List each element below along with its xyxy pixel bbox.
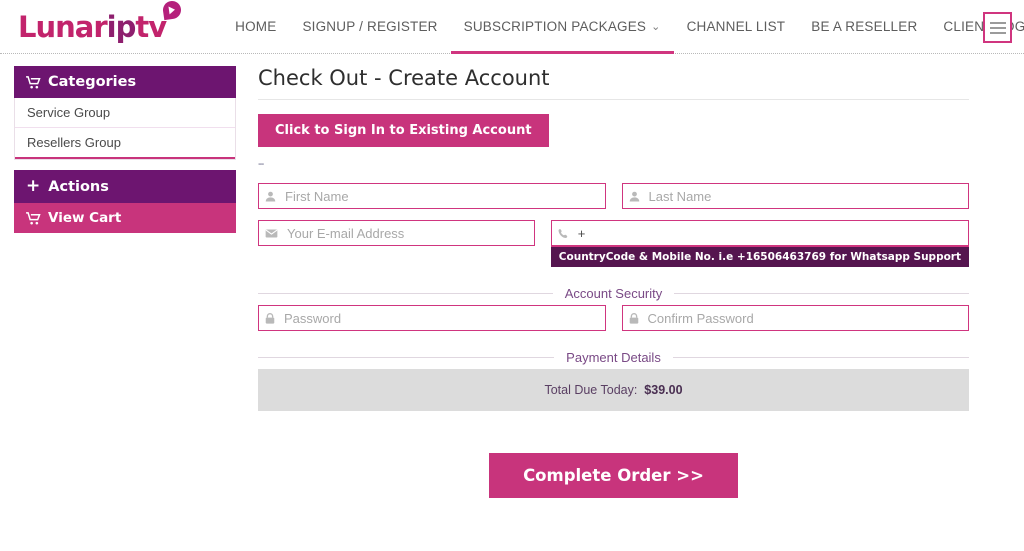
phone-input[interactable] [575,224,962,242]
phone-help-tooltip: CountryCode & Mobile No. i.e +1650646376… [550,246,969,267]
payment-details-legend-label: Payment Details [554,350,673,365]
first-name-field-wrap[interactable] [258,183,606,209]
envelope-icon [265,228,278,238]
last-name-field-wrap[interactable] [621,183,969,209]
phone-column: CountryCode & Mobile No. i.e +1650646376… [550,220,969,267]
sidebar-panel-categories: Categories Service Group Resellers Group [14,66,236,160]
main-content: Check Out - Create Account Click to Sign… [258,66,969,498]
phone-icon [558,228,569,239]
account-security-legend-label: Account Security [552,286,675,301]
complete-order-button[interactable]: Complete Order >> [489,453,738,498]
form-row-names [258,183,969,209]
user-icon [265,191,276,202]
user-icon [629,191,640,202]
sidebar-item-view-cart[interactable]: View Cart [14,203,236,233]
payment-details-legend: Payment Details [258,349,969,365]
email-input[interactable] [285,224,528,242]
play-bubble-icon [161,0,183,20]
sign-in-existing-account-button[interactable]: Click to Sign In to Existing Account [258,114,549,147]
logo-text-part2: ip [106,9,137,44]
payment-summary-box: Total Due Today: $39.00 [258,369,969,411]
complete-order-area: Complete Order >> [258,453,969,498]
account-security-legend: Account Security [258,285,969,301]
page-body: Categories Service Group Resellers Group… [0,54,1024,498]
site-logo[interactable]: Lunariptv [18,0,183,44]
sidebar-categories-header: Categories [14,66,236,98]
form-row-passwords [258,305,969,331]
logo-text-part3: tv [135,9,167,44]
sidebar-item-label: View Cart [48,210,122,226]
nav-label: SIGNUP / REGISTER [302,19,438,34]
sidebar-categories-title: Categories [48,74,137,90]
email-field-wrap[interactable] [258,220,535,246]
password-input[interactable] [282,309,599,327]
hamburger-menu-icon[interactable] [983,12,1012,43]
logo-text-part1: Lunar [18,9,108,44]
sidebar-categories-list: Service Group Resellers Group [14,98,236,160]
nav-item-be-a-reseller[interactable]: BE A RESELLER [798,0,930,54]
password-field-wrap[interactable] [258,305,606,331]
dash-note: -- [258,158,264,170]
password-column [258,305,606,331]
nav-item-subscription-packages[interactable]: SUBSCRIPTION PACKAGES ⌄ [450,0,674,54]
nav-item-signup-register[interactable]: SIGNUP / REGISTER [289,0,450,54]
sidebar: Categories Service Group Resellers Group… [14,66,236,498]
sidebar-item-resellers-group[interactable]: Resellers Group [15,128,235,159]
confirm-password-input[interactable] [645,309,962,327]
nav-item-home[interactable]: HOME [222,0,289,54]
total-due-value: $39.00 [644,383,683,397]
lock-icon [265,312,275,324]
lock-icon [629,312,639,324]
main-navigation: HOME SIGNUP / REGISTER SUBSCRIPTION PACK… [222,0,1024,54]
sidebar-panel-actions: + Actions View Cart [14,170,236,233]
sidebar-actions-title: Actions [48,178,109,195]
nav-label: BE A RESELLER [811,19,918,34]
last-name-column [621,183,969,209]
shopping-cart-icon [26,76,41,89]
site-header: Lunariptv HOME SIGNUP / REGISTER SUBSCRI… [0,0,1024,54]
shopping-cart-icon [26,212,41,225]
nav-label: SUBSCRIPTION PACKAGES [463,19,647,34]
hamburger-line [989,21,1006,24]
confirm-password-column [621,305,969,331]
sidebar-item-label: Resellers Group [27,135,121,150]
phone-field-wrap[interactable] [550,220,969,246]
last-name-input[interactable] [646,187,962,205]
first-name-column [258,183,606,209]
hamburger-line [989,31,1006,34]
sidebar-item-service-group[interactable]: Service Group [15,98,235,128]
sidebar-item-label: Service Group [27,105,111,120]
confirm-password-field-wrap[interactable] [621,305,969,331]
nav-label: HOME [235,19,277,34]
plus-icon: + [26,176,41,196]
hamburger-line [989,26,1006,29]
total-due-label: Total Due Today: [544,383,638,397]
nav-label: CHANNEL LIST [686,19,786,34]
chevron-down-icon: ⌄ [651,21,661,33]
email-column [258,220,535,267]
first-name-input[interactable] [283,187,599,205]
page-title: Check Out - Create Account [258,66,969,100]
form-row-contact: CountryCode & Mobile No. i.e +1650646376… [258,220,969,267]
sidebar-actions-header: + Actions [14,170,236,203]
nav-item-channel-list[interactable]: CHANNEL LIST [674,0,799,54]
